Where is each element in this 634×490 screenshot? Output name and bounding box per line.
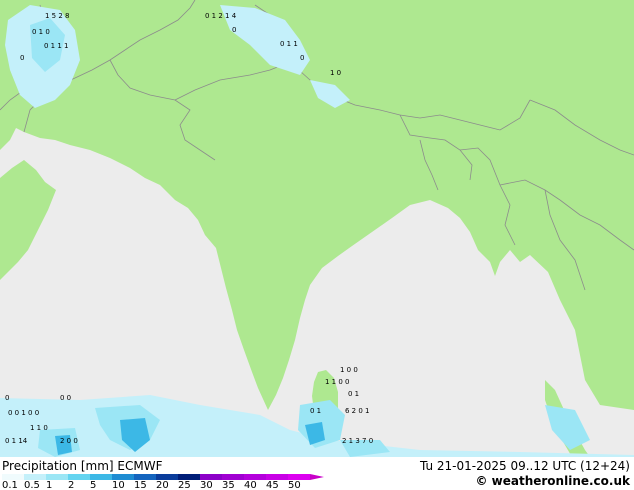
grid-value: 6 2 0 1 xyxy=(345,407,370,415)
grid-value: 2 1 3 7 0 xyxy=(342,437,373,445)
precipitation-map: 1 5 2 80 1 2 1 400 1 00 1 100 1 1 101 00… xyxy=(0,0,634,457)
grid-value: 0 0 1 0 0 xyxy=(8,409,39,417)
grid-value: 1 1 0 xyxy=(30,424,48,432)
grid-value: 0 xyxy=(300,54,304,62)
grid-value: 1 0 xyxy=(330,69,341,77)
legend-label: 25 xyxy=(178,480,191,490)
legend-label: 45 xyxy=(266,480,279,490)
grid-value: 0 xyxy=(5,394,9,402)
legend-label: 50 xyxy=(288,480,301,490)
grid-value: 1 0 0 xyxy=(340,366,358,374)
grid-value: 1 1 0 0 xyxy=(325,378,350,386)
grid-value: 0 1 xyxy=(348,390,359,398)
valid-datetime: Tu 21-01-2025 09..12 UTC (12+24) xyxy=(419,459,630,473)
legend-label: 30 xyxy=(200,480,213,490)
legend-labels: 0.1 0.5 1 2 5 10 15 20 25 30 35 40 45 50 xyxy=(0,480,330,490)
grid-value: 2 0 0 xyxy=(60,437,78,445)
grid-value: 0 1 2 1 4 xyxy=(205,12,237,20)
legend-label: 35 xyxy=(222,480,235,490)
grid-value: 0 1 1 xyxy=(280,40,298,48)
grid-value: 0 1 xyxy=(310,407,321,415)
grid-value: 0 0 xyxy=(60,394,71,402)
legend-label: 0.1 xyxy=(2,480,18,490)
grid-value: 0 xyxy=(232,26,236,34)
legend-label: 10 xyxy=(112,480,125,490)
model-name: ECMWF xyxy=(117,459,163,473)
grid-value: 0 1 14 xyxy=(5,437,28,445)
footer-bar: Precipitation [mm] ECMWF Tu 21-01-2025 0… xyxy=(0,457,634,490)
map-view: 1 5 2 80 1 2 1 400 1 00 1 100 1 1 101 00… xyxy=(0,0,634,490)
title-text: Precipitation [mm] xyxy=(2,459,114,473)
map-title: Precipitation [mm] ECMWF xyxy=(2,459,162,473)
grid-value: 0 1 0 xyxy=(32,28,50,36)
grid-value: 0 1 1 1 xyxy=(44,42,69,50)
legend-label: 40 xyxy=(244,480,257,490)
credit-link[interactable]: © weatheronline.co.uk xyxy=(475,474,630,488)
legend-label: 0.5 xyxy=(24,480,40,490)
legend-label: 20 xyxy=(156,480,169,490)
legend-label: 15 xyxy=(134,480,147,490)
legend-label: 5 xyxy=(90,480,97,490)
grid-value: 0 xyxy=(20,54,24,62)
legend-label: 1 xyxy=(46,480,53,490)
grid-value: 1 5 2 8 xyxy=(45,12,70,20)
legend-label: 2 xyxy=(68,480,75,490)
